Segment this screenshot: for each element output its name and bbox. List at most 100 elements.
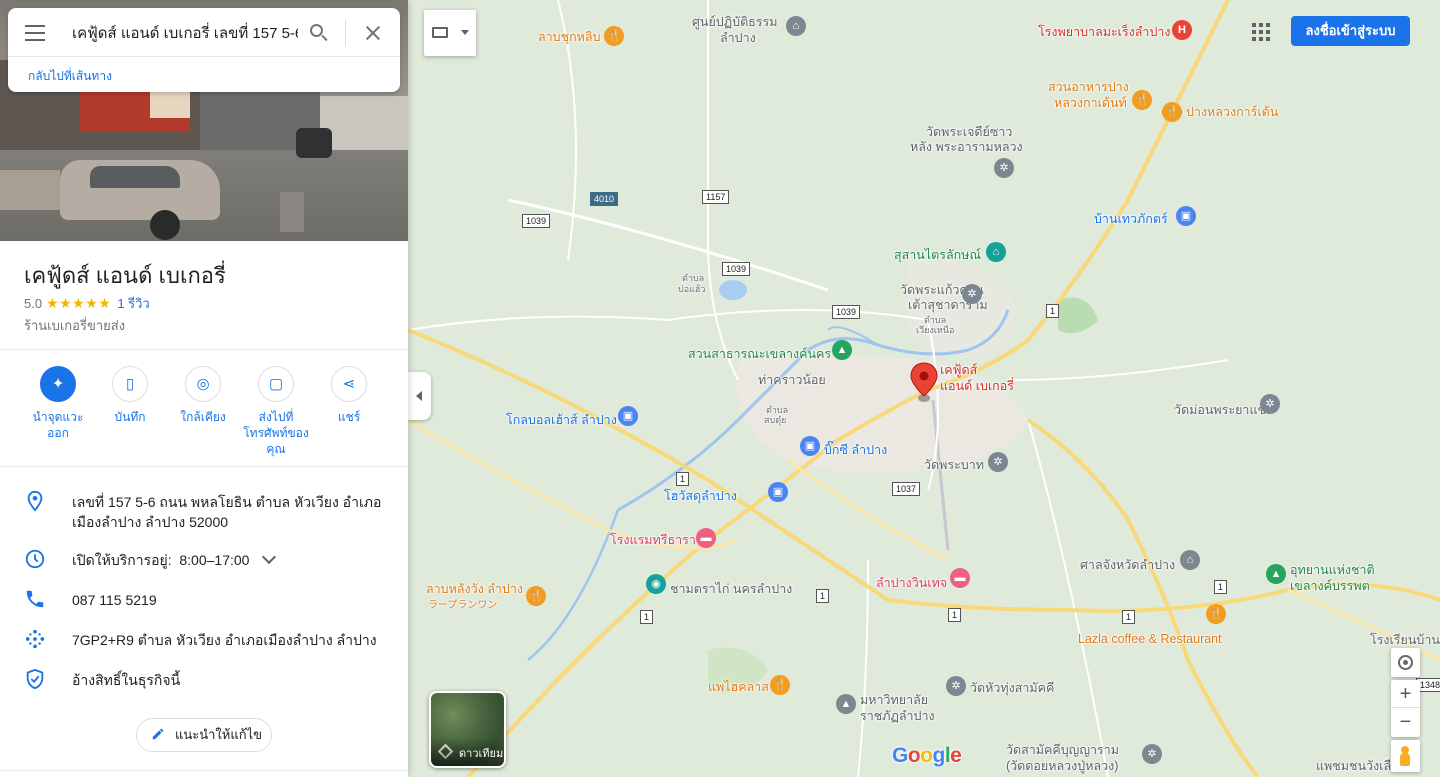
restaurant-icon[interactable]: 🍴 (1132, 90, 1152, 110)
map-label-place-name[interactable]: เคฟู้ดส์ (940, 363, 977, 378)
my-location-button[interactable] (1391, 648, 1420, 677)
road-shield: 1039 (832, 305, 861, 319)
map-label-wat-samakkhi[interactable]: วัดสามัคคีบุญญาราม (1006, 743, 1119, 758)
restaurant-icon[interactable]: 🍴 (770, 675, 790, 695)
map-label-tambon-2: ตำบล (924, 315, 947, 325)
divider (345, 20, 346, 46)
remove-stop-button[interactable]: ✦ นำจุดแวะออก (22, 366, 94, 441)
temple-icon[interactable]: ✲ (962, 284, 982, 304)
collapse-panel-button[interactable] (408, 372, 431, 420)
zoom-out-button[interactable]: − (1391, 708, 1420, 736)
search-box: กลับไปที่เส้นทาง (8, 8, 400, 92)
zoom-in-button[interactable]: + (1391, 680, 1420, 708)
restaurant-icon[interactable]: 🍴 (1162, 102, 1182, 122)
map-label-cemetery[interactable]: สุสานไตรลักษณ์ (894, 248, 981, 263)
map-label-wat-huathung[interactable]: วัดหัวทุ่งสามัคคี (970, 681, 1054, 696)
map-label-tambon-1b: บ่อแฮ้ว (678, 284, 706, 294)
temple-icon[interactable]: ✲ (1142, 744, 1162, 764)
temple-icon[interactable]: ✲ (1260, 394, 1280, 414)
road-shield: 1 (1214, 580, 1228, 594)
restaurant-icon[interactable]: 🍴 (526, 586, 546, 606)
back-to-directions-link[interactable]: กลับไปที่เส้นทาง (28, 67, 112, 86)
signin-button[interactable]: ลงชื่อเข้าสู่ระบบ (1291, 16, 1410, 46)
map-canvas[interactable]: 🍴 ลาบชุกหลิบ ⌂ ศูนย์ปฏิบัติธรรม ลำปาง H … (408, 0, 1440, 777)
park-icon[interactable]: ▲ (832, 340, 852, 360)
star-rating-icon: ★★★★★ (46, 295, 112, 311)
landmark-icon[interactable]: ⌂ (986, 242, 1006, 262)
park-icon[interactable]: ▲ (1266, 564, 1286, 584)
map-label-university[interactable]: มหาวิทยาลัย (860, 693, 928, 708)
layers-button[interactable]: ดาวเทียม (429, 691, 506, 768)
chevron-left-icon (416, 391, 422, 401)
map-label-lab-langwang[interactable]: ลาบหลังวัง ลำปาง (426, 582, 523, 597)
apps-grid-icon[interactable] (1252, 23, 1270, 41)
shopping-icon[interactable]: ▣ (618, 406, 638, 426)
restaurant-icon[interactable]: 🍴 (1206, 604, 1226, 624)
map-label-wat-phrabat[interactable]: วัดพระบาท (924, 458, 984, 473)
close-icon[interactable] (364, 24, 382, 42)
map-label-school[interactable]: โรงเรียนบ้านพา (1370, 633, 1440, 648)
road-shield: 1039 (722, 262, 751, 276)
nearby-button[interactable]: ◎ ใกล้เคียง (167, 366, 239, 425)
map-label-wat-samakkhi-2: (วัดดอยหลวงปู่หลวง) (1006, 759, 1119, 773)
reviews-link[interactable]: 1 รีวิว (117, 293, 149, 314)
map-label-park[interactable]: สวนสาธารณะเขลางค์นคร (688, 347, 831, 362)
map-label-wat-monphraya[interactable]: วัดม่อนพระยาแช่ (1174, 403, 1266, 418)
map-label-lazla[interactable]: Lazla coffee & Restaurant (1078, 632, 1222, 647)
plus-code-icon (25, 629, 45, 649)
map-label-home-pro[interactable]: โฮวัสดุลำปาง (664, 489, 737, 504)
map-label-chicken-bowl[interactable]: ชามตราไก่ นครลำปาง (670, 582, 792, 597)
hours-value: 8:00–17:00 (179, 552, 250, 568)
street-view-pegman-button[interactable] (1391, 740, 1420, 772)
map-label-phaesom[interactable]: แพชมชนวังเลื (1316, 759, 1391, 774)
map-label-lab-chuk[interactable]: ลาบชุกหลิบ (538, 30, 601, 45)
clock-icon (25, 549, 45, 569)
shopping-icon[interactable]: ▣ (1176, 206, 1196, 226)
map-label-tambon-3: ตำบล (766, 405, 789, 415)
place-title: เคฟู้ดส์ แอนด์ เบเกอรี่ (24, 263, 226, 288)
keyboard-shortcuts-button[interactable] (424, 10, 476, 56)
place-category[interactable]: ร้านเบเกอรี่ขายส่ง (24, 315, 125, 336)
map-label-dharma-center[interactable]: ศูนย์ปฏิบัติธรรม (692, 15, 777, 30)
suggest-edit-button[interactable]: แนะนำให้แก้ไข (136, 718, 272, 752)
share-button[interactable]: ⋖ แชร์ (313, 366, 385, 425)
hotel-icon[interactable]: ▬ (950, 568, 970, 588)
restaurant-icon[interactable]: 🍴 (604, 26, 624, 46)
map-label-pang-luang[interactable]: ปางหลวงการ์เด้น (1186, 105, 1278, 120)
menu-icon[interactable] (25, 25, 45, 41)
temple-icon[interactable]: ✲ (946, 676, 966, 696)
map-label-hospital[interactable]: โรงพยาบาลมะเร็งลำปาง (1038, 25, 1171, 40)
temple-icon[interactable]: ⌂ (786, 16, 806, 36)
map-label-market[interactable]: ท่าคราวน้อย (758, 373, 826, 388)
layers-label: ดาวเทียม (431, 738, 504, 766)
map-label-tambon-1: ตำบล (682, 273, 705, 283)
map-label-national-park[interactable]: อุทยานแห่งชาติ (1290, 563, 1375, 578)
map-label-pai[interactable]: แพไฮคลาส (708, 680, 769, 695)
shopping-icon[interactable]: ▣ (800, 436, 820, 456)
map-label-lotus[interactable]: โกลบอลเฮ้าส์ ลำปาง (506, 413, 617, 428)
nearby-icon: ◎ (196, 375, 210, 393)
map-label-restaurant-1[interactable]: สวนอาหารปาง (1048, 80, 1129, 95)
hours-label: เปิดให้บริการอยู่: (72, 552, 172, 568)
map-label-court[interactable]: ศาลจังหวัดลำปาง (1080, 558, 1175, 573)
university-icon[interactable]: ▲ (836, 694, 856, 714)
action-label: แชร์ (337, 410, 361, 424)
map-label-hotel-1[interactable]: โรงแรมทรีธารา (610, 533, 696, 548)
map-label-wat-chedi[interactable]: วัดพระเจดีย์ซาว (926, 125, 1012, 140)
map-label-hotel-2[interactable]: ลำปางวินเทจ (876, 576, 947, 591)
place-pin-icon[interactable] (910, 362, 938, 404)
temple-icon[interactable]: ✲ (988, 452, 1008, 472)
save-button[interactable]: ▯ บันทึก (94, 366, 166, 425)
hospital-icon[interactable]: H (1172, 20, 1192, 40)
temple-icon[interactable]: ✲ (994, 158, 1014, 178)
action-label: บันทึก (114, 410, 146, 424)
hotel-icon[interactable]: ▬ (696, 528, 716, 548)
send-to-phone-button[interactable]: ▢ ส่งไปที่โทรศัพท์ของคุณ (240, 366, 312, 457)
map-label-baan-thewa[interactable]: บ้านเทวภักตร์ (1094, 212, 1168, 227)
search-icon[interactable] (310, 24, 328, 42)
camera-icon[interactable]: ◉ (646, 574, 666, 594)
government-icon[interactable]: ⌂ (1180, 550, 1200, 570)
search-input[interactable] (72, 20, 298, 46)
shopping-icon[interactable]: ▣ (768, 482, 788, 502)
map-label-big-c[interactable]: บิ๊กซี ลำปาง (824, 443, 887, 458)
